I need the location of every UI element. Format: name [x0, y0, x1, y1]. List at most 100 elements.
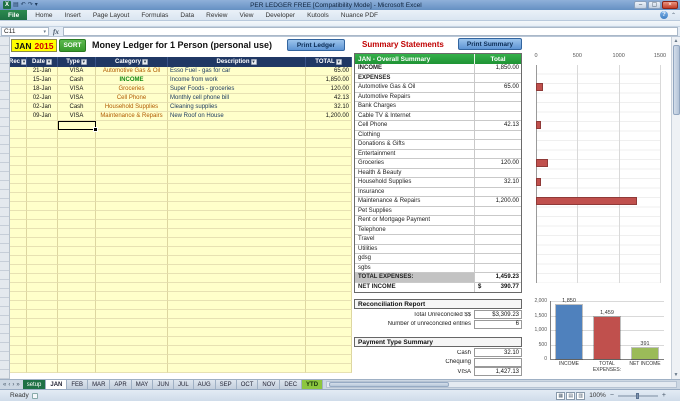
- summary-value[interactable]: 65.00: [475, 83, 521, 92]
- summary-label[interactable]: sgbs: [355, 263, 475, 272]
- ledger-cell-description[interactable]: Income from work: [168, 76, 306, 85]
- vertical-scroll-thumb[interactable]: [672, 45, 680, 115]
- ledger-cell-rec[interactable]: [10, 301, 27, 310]
- ledger-cell-total[interactable]: [306, 238, 352, 247]
- summary-label[interactable]: Telephone: [355, 225, 475, 234]
- scroll-down-icon[interactable]: ▼: [674, 371, 679, 379]
- horizontal-scroll-thumb[interactable]: [329, 382, 450, 387]
- ledger-cell-type[interactable]: [58, 211, 96, 220]
- ledger-cell-date[interactable]: 18-Jan: [27, 85, 58, 94]
- ledger-cell-category[interactable]: [96, 346, 168, 355]
- ledger-cell-category[interactable]: [96, 157, 168, 166]
- ledger-cell-rec[interactable]: [10, 256, 27, 265]
- payment-row-value[interactable]: 32.10: [474, 348, 522, 357]
- ledger-cell-category[interactable]: [96, 337, 168, 346]
- ledger-cell-rec[interactable]: [10, 310, 27, 319]
- summary-label[interactable]: gdsg: [355, 254, 475, 263]
- ledger-cell-description[interactable]: Monthly cell phone bill: [168, 94, 306, 103]
- ledger-cell-total[interactable]: [306, 166, 352, 175]
- ledger-cell-description[interactable]: [168, 238, 306, 247]
- excel-app-icon[interactable]: X: [3, 1, 11, 9]
- ledger-cell-description[interactable]: [168, 310, 306, 319]
- sheet-tab-dec[interactable]: DEC: [280, 380, 303, 389]
- filter-dropdown-icon[interactable]: ▾: [335, 59, 342, 65]
- ledger-cell-description[interactable]: [168, 283, 306, 292]
- ledger-cell-description[interactable]: [168, 265, 306, 274]
- ledger-cell-rec[interactable]: [10, 292, 27, 301]
- ledger-cell-date[interactable]: [27, 283, 58, 292]
- ledger-cell-description[interactable]: [168, 211, 306, 220]
- ledger-cell-type[interactable]: VISA: [58, 94, 96, 103]
- ledger-cell-rec[interactable]: [10, 184, 27, 193]
- ledger-cell-description[interactable]: [168, 193, 306, 202]
- ledger-cell-type[interactable]: [58, 247, 96, 256]
- sort-button[interactable]: SORT: [59, 39, 86, 52]
- ledger-cell-total[interactable]: [306, 310, 352, 319]
- ledger-cell-description[interactable]: [168, 292, 306, 301]
- ledger-cell-category[interactable]: Maintenance & Repairs: [96, 112, 168, 121]
- ribbon-tab-home[interactable]: Home: [29, 10, 58, 20]
- ledger-cell-rec[interactable]: [10, 319, 27, 328]
- ledger-cell-category[interactable]: [96, 292, 168, 301]
- ledger-cell-description[interactable]: [168, 130, 306, 139]
- summary-label[interactable]: Automotive Repairs: [355, 92, 475, 101]
- ledger-cell-category[interactable]: [96, 265, 168, 274]
- ledger-cell-total[interactable]: [306, 301, 352, 310]
- sheet-tab-aug[interactable]: AUG: [193, 380, 216, 389]
- ledger-cell-total[interactable]: 42.13: [306, 94, 352, 103]
- payment-row-value[interactable]: 1,427.13: [474, 367, 522, 376]
- ledger-cell-description[interactable]: Esso Fuel - gas for car: [168, 67, 306, 76]
- summary-value[interactable]: [475, 235, 521, 244]
- scroll-up-icon[interactable]: ▲: [674, 37, 679, 45]
- ledger-cell-date[interactable]: 02-Jan: [27, 94, 58, 103]
- filter-dropdown-icon[interactable]: ▾: [250, 59, 257, 65]
- ribbon-tab-developer[interactable]: Developer: [259, 10, 301, 20]
- expense-bar-chart[interactable]: 0 500 1000 1500: [524, 49, 670, 289]
- ledger-cell-category[interactable]: [96, 328, 168, 337]
- summary-value[interactable]: [475, 140, 521, 149]
- sheet-tab-feb[interactable]: FEB: [67, 380, 89, 389]
- ledger-cell-rec[interactable]: [10, 229, 27, 238]
- ledger-cell-category[interactable]: Groceries: [96, 85, 168, 94]
- summary-label[interactable]: Travel: [355, 235, 475, 244]
- ledger-cell-total[interactable]: [306, 175, 352, 184]
- summary-value[interactable]: 120.00: [475, 159, 521, 168]
- ribbon-tab-file[interactable]: File: [0, 10, 28, 20]
- last-sheet-icon[interactable]: »: [16, 382, 19, 388]
- summary-value[interactable]: [475, 206, 521, 215]
- ledger-column-date[interactable]: Date ▾: [27, 57, 58, 67]
- ledger-cell-date[interactable]: [27, 301, 58, 310]
- ledger-cell-type[interactable]: [58, 283, 96, 292]
- ledger-column-rec[interactable]: Rec ▾: [10, 57, 27, 67]
- ledger-cell-description[interactable]: [168, 319, 306, 328]
- ledger-cell-date[interactable]: [27, 121, 58, 130]
- ledger-cell-total[interactable]: 32.10: [306, 103, 352, 112]
- ledger-cell-category[interactable]: [96, 130, 168, 139]
- maximize-button[interactable]: ▢: [648, 1, 661, 9]
- sheet-tab-jul[interactable]: JUL: [173, 380, 194, 389]
- zoom-slider-thumb[interactable]: [635, 392, 639, 399]
- summary-label[interactable]: Rent or Mortgage Payment: [355, 216, 475, 225]
- ledger-cell-total[interactable]: [306, 274, 352, 283]
- summary-label[interactable]: NET INCOME: [355, 282, 475, 292]
- ledger-cell-date[interactable]: [27, 247, 58, 256]
- summary-value[interactable]: 42.13: [475, 121, 521, 130]
- ledger-cell-total[interactable]: [306, 319, 352, 328]
- ledger-cell-total[interactable]: 1,200.00: [306, 112, 352, 121]
- summary-label[interactable]: Cable TV & Internet: [355, 111, 475, 120]
- ledger-cell-total[interactable]: [306, 184, 352, 193]
- ledger-cell-date[interactable]: [27, 238, 58, 247]
- ledger-cell-rec[interactable]: [10, 157, 27, 166]
- summary-label[interactable]: TOTAL EXPENSES:: [355, 273, 475, 282]
- reconciliation-row-value[interactable]: $3,309.23: [474, 310, 522, 319]
- minimize-button[interactable]: –: [634, 1, 647, 9]
- ledger-cell-total[interactable]: [306, 220, 352, 229]
- summary-label[interactable]: Insurance: [355, 187, 475, 196]
- ledger-cell-category[interactable]: [96, 283, 168, 292]
- ledger-cell-rec[interactable]: [10, 265, 27, 274]
- ledger-cell-category[interactable]: [96, 139, 168, 148]
- ledger-cell-category[interactable]: [96, 211, 168, 220]
- summary-value[interactable]: [475, 73, 521, 82]
- ledger-cell-type[interactable]: [58, 355, 96, 364]
- ledger-cell-type[interactable]: [58, 175, 96, 184]
